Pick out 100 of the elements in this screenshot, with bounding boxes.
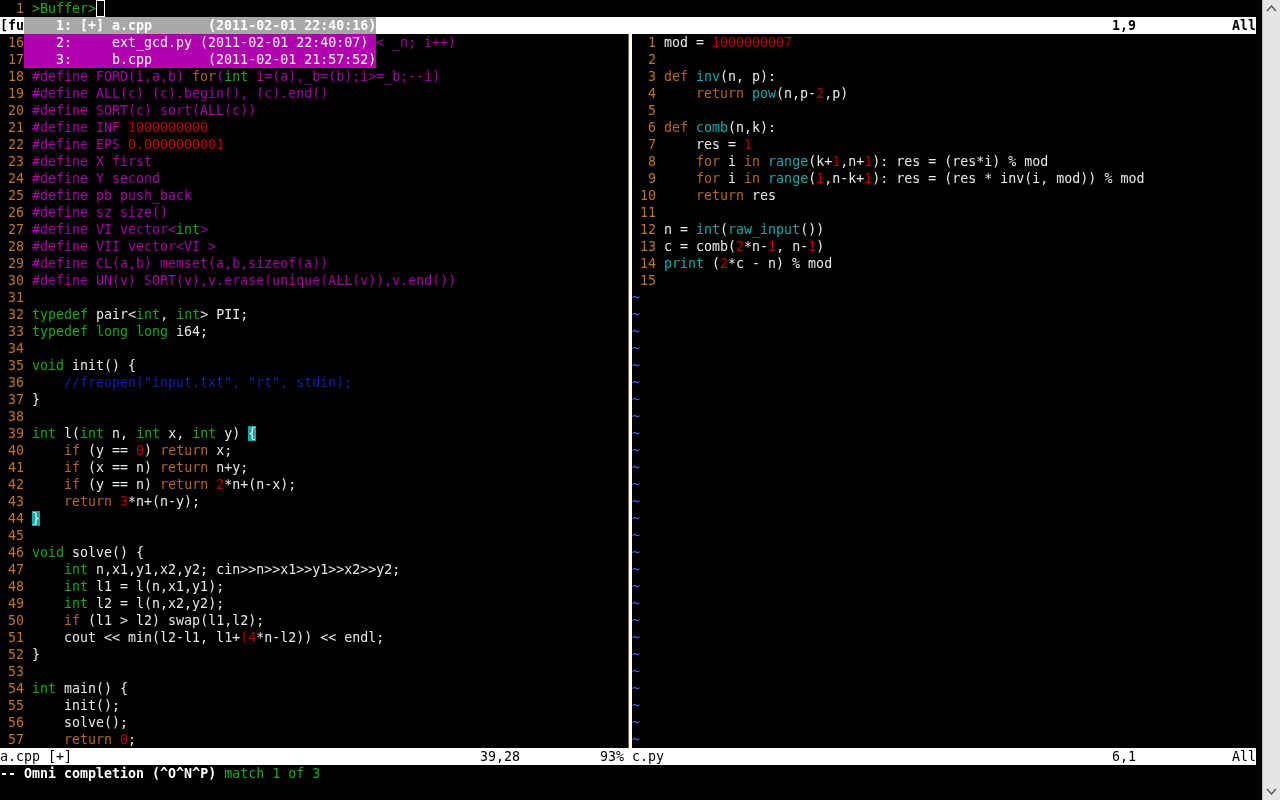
code-line: void init() { [32,357,137,374]
code-line: res = 1 [695,136,753,153]
line-number: 36 [7,374,24,391]
empty-line-marker: ~ [632,408,640,425]
code-line: init(); [63,697,121,714]
code-line: solve(); [63,714,129,731]
line-number: 4 [647,85,656,102]
line-number: 47 [7,561,24,578]
completion-item[interactable]: 3: b.cpp (2011-02-01 21:57:52) [24,51,376,68]
line-number: 23 [7,153,24,170]
file-name: c.py [632,748,666,765]
line-number: 49 [7,595,24,612]
empty-line-marker: ~ [632,578,640,595]
empty-line-marker: ~ [632,459,640,476]
empty-line-marker: ~ [632,663,640,680]
empty-line-marker: ~ [632,595,640,612]
mode-message: -- Omni completion (^O^N^P) [0,765,217,782]
line-number: 15 [639,272,656,289]
code-line: typedef pair<int, int> PII; [32,306,249,323]
code-line: < _n; i++) [376,34,457,51]
code-line: if (y == 0) return x; [63,442,233,459]
empty-line-marker: ~ [632,442,640,459]
code-line: n = int(raw_input()) [664,221,825,238]
code-line: int l2 = l(n,x2,y2); [63,595,225,612]
empty-line-marker: ~ [632,697,640,714]
code-line: #define sz size() [32,204,169,221]
line-number: 17 [7,51,24,68]
code-line: int l(int n, int x, int y) { [32,425,257,442]
line-number: 14 [639,255,656,272]
code-line: } [32,646,40,663]
line-number: 37 [7,391,24,408]
line-number: 3 [647,68,656,85]
empty-line-marker: ~ [632,374,640,391]
code-line: #define Y second [32,170,161,187]
line-number: 51 [7,629,24,646]
line-number: 40 [7,442,24,459]
code-line: int main() { [32,680,129,697]
completion-item[interactable]: 2: ext_gcd.py (2011-02-01 22:40:07) [24,34,376,51]
code-line: #define INF 1000000000 [32,119,209,136]
empty-line-marker: ~ [632,289,640,306]
line-number: 5 [647,102,656,119]
empty-line-marker: ~ [632,425,640,442]
line-number: 25 [7,187,24,204]
code-line: for i in range(1,n-k+1): res = (res * inv(i, mod)) % mod [695,170,1145,187]
code-line: void solve() { [32,544,145,561]
empty-line-marker: ~ [632,629,640,646]
empty-line-marker: ~ [632,323,640,340]
code-line: return pow(n,p-2,p) [695,85,849,102]
empty-line-marker: ~ [632,510,640,527]
line-number: 6 [647,119,656,136]
code-line: #define CL(a,b) memset(a,b,sizeof(a)) [32,255,329,272]
empty-line-marker: ~ [632,340,640,357]
line-number: 29 [7,255,24,272]
line-number: 39 [7,425,24,442]
code-line: //freopen("input.txt", "rt", stdin); [63,374,353,391]
command-text: >Buffer> [32,0,97,17]
code-line: print (2*c - n) % mod [664,255,833,272]
code-line: if (l1 > l2) swap(l1,l2); [63,612,265,629]
cursor-position: 1,9 [1112,17,1138,34]
line-number: 19 [7,85,24,102]
line-number: 44 [7,510,24,527]
line-number: 9 [647,170,656,187]
line-number: 43 [7,493,24,510]
line-number: 34 [7,340,24,357]
code-line: def comb(n,k): [664,119,777,136]
code-line: typedef long long i64; [32,323,209,340]
scroll-position: All [1232,17,1256,34]
line-number: 48 [7,578,24,595]
file-name: [fu [0,17,24,34]
file-name: a.cpp [+] [0,748,74,765]
code-line: #define FORD(i,a,b) for(int i=(a),_b=(b);i>=_b;--i) [32,68,441,85]
scrollbar[interactable] [1262,0,1280,800]
line-number: 13 [639,238,656,255]
code-line: return 0; [63,731,137,748]
code-line: } [32,391,40,408]
code-line: return 3*n+(n-y); [63,493,201,510]
line-number: 46 [7,544,24,561]
line-number: 20 [7,102,24,119]
empty-line-marker: ~ [632,612,640,629]
line-number: 21 [7,119,24,136]
line-number: 10 [639,187,656,204]
code-line: #define pb push_back [32,187,193,204]
code-line: #define X first [32,153,153,170]
code-line: for i in range(k+1,n+1): res = (res*i) % mod [695,153,1049,170]
cursor-position: 6,1 [1112,748,1138,765]
line-number: 16 [7,34,24,51]
code-line: if (y == n) return 2*n+(n-x); [63,476,297,493]
code-line: if (x == n) return n+y; [63,459,249,476]
line-number: 8 [647,153,656,170]
line-number: 28 [7,238,24,255]
line-number: 33 [7,323,24,340]
scroll-position: 93% [600,748,624,765]
line-number: 41 [7,459,24,476]
empty-line-marker: ~ [632,731,640,748]
empty-line-marker: ~ [632,680,640,697]
line-number: 42 [7,476,24,493]
line-number: 50 [7,612,24,629]
empty-line-marker: ~ [632,493,640,510]
code-line: #define UN(v) SORT(v),v.erase(unique(ALL(v)),v.end()) [32,272,457,289]
line-number: 52 [7,646,24,663]
